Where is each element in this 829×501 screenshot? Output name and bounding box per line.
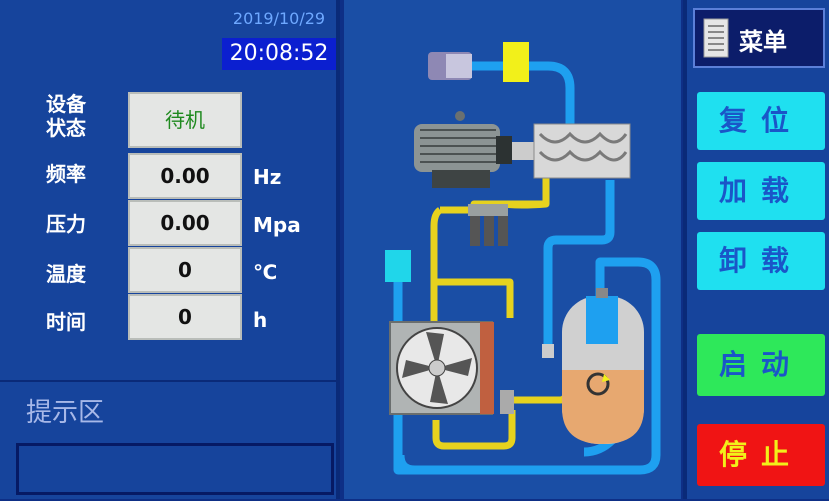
- screw-air-end: [533, 123, 631, 179]
- menu-button[interactable]: 菜单: [693, 8, 825, 68]
- pressure-unit: Mpa: [253, 213, 301, 237]
- menu-label: 菜单: [739, 28, 787, 56]
- temperature-value[interactable]: 0: [128, 247, 242, 293]
- valve-small: [500, 390, 514, 414]
- date-display: 2019/10/29: [232, 9, 326, 28]
- temperature-unit: ℃: [253, 260, 278, 284]
- time-display: 20:08:52: [222, 38, 336, 70]
- intake-valve: [503, 42, 529, 82]
- small-tank: [385, 250, 411, 282]
- motor: [414, 111, 534, 188]
- frequency-unit: Hz: [253, 165, 282, 189]
- pressure-value[interactable]: 0.00: [128, 200, 242, 246]
- document-icon: [703, 18, 729, 58]
- stop-button[interactable]: 停止: [697, 424, 825, 486]
- compressor-diagram: [385, 42, 661, 475]
- reset-button[interactable]: 复位: [697, 92, 825, 150]
- oil-filter: [468, 204, 508, 246]
- device-status-label: 设备 状态: [46, 92, 86, 140]
- frequency-label: 频率: [46, 162, 86, 186]
- frequency-value[interactable]: 0.00: [128, 153, 242, 199]
- check-valve: [542, 344, 554, 358]
- runtime-label: 时间: [46, 310, 86, 334]
- device-status-value: 待机: [128, 92, 242, 148]
- runtime-unit: h: [253, 308, 268, 332]
- hint-message-box: [16, 443, 334, 495]
- load-button[interactable]: 加载: [697, 162, 825, 220]
- oil-separator-tank: [562, 288, 644, 444]
- unload-button[interactable]: 卸载: [697, 232, 825, 290]
- temperature-label: 温度: [46, 262, 86, 286]
- runtime-value[interactable]: 0: [128, 294, 242, 340]
- pressure-label: 压力: [46, 212, 86, 236]
- start-button[interactable]: 启动: [697, 334, 825, 396]
- hint-title: 提示区: [26, 398, 105, 428]
- cooler: [389, 321, 494, 415]
